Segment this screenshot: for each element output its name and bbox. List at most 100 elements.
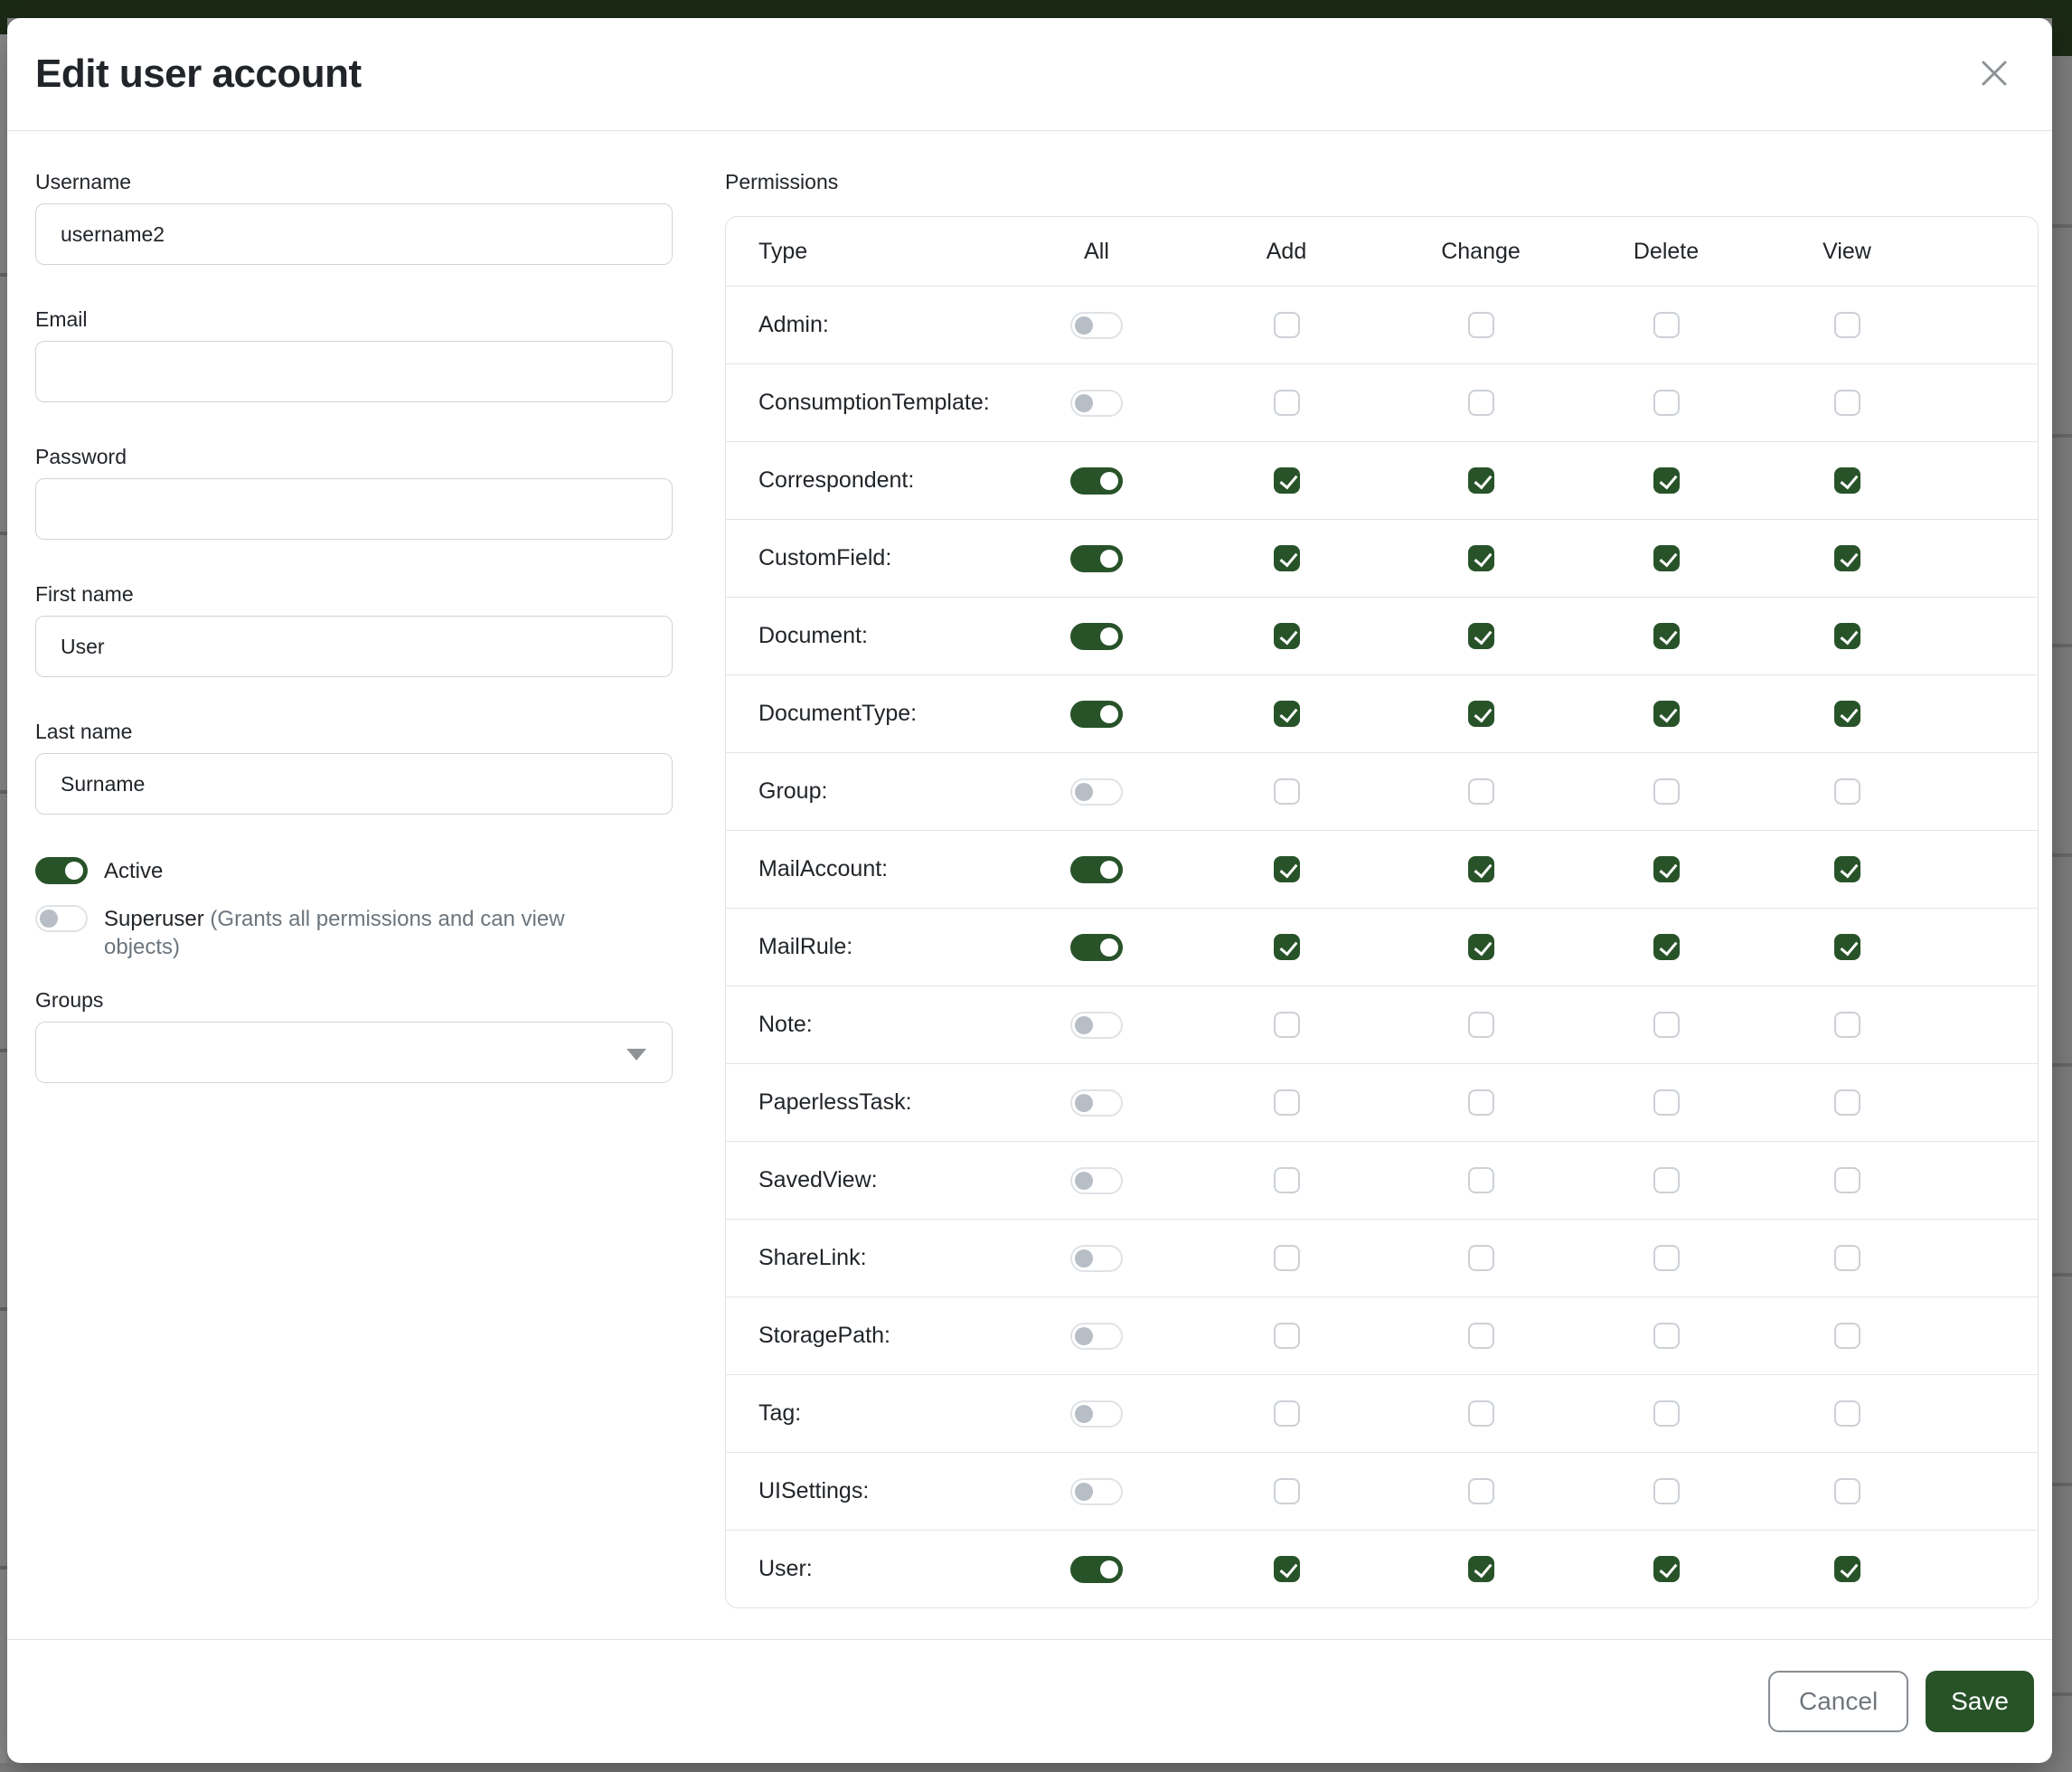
permission-change-checkbox[interactable] — [1468, 778, 1494, 805]
permission-view-checkbox[interactable] — [1834, 1556, 1860, 1582]
permission-view-checkbox[interactable] — [1834, 545, 1860, 571]
permission-add-checkbox[interactable] — [1274, 312, 1300, 338]
permission-change-checkbox[interactable] — [1468, 312, 1494, 338]
permission-view-checkbox[interactable] — [1834, 312, 1860, 338]
permission-delete-checkbox[interactable] — [1653, 1400, 1680, 1427]
permission-view-checkbox[interactable] — [1834, 390, 1860, 416]
permission-change-checkbox[interactable] — [1468, 856, 1494, 882]
permission-add-checkbox[interactable] — [1274, 467, 1300, 494]
permission-change-checkbox[interactable] — [1468, 1323, 1494, 1349]
password-field[interactable] — [35, 478, 673, 540]
permission-change-checkbox[interactable] — [1468, 1400, 1494, 1427]
permission-change-checkbox[interactable] — [1468, 1478, 1494, 1504]
email-field[interactable] — [35, 341, 673, 402]
permission-delete-checkbox[interactable] — [1653, 701, 1680, 727]
permission-add-checkbox[interactable] — [1274, 390, 1300, 416]
permission-all-toggle[interactable] — [1070, 390, 1123, 417]
permission-change-checkbox[interactable] — [1468, 701, 1494, 727]
permission-view-checkbox[interactable] — [1834, 623, 1860, 649]
permission-all-toggle[interactable] — [1070, 545, 1123, 572]
permission-all-toggle[interactable] — [1070, 1167, 1123, 1194]
background-scrollbar[interactable] — [2052, 18, 2072, 1772]
permission-view-checkbox[interactable] — [1834, 1167, 1860, 1193]
permission-all-toggle[interactable] — [1070, 467, 1123, 495]
permission-change-checkbox[interactable] — [1468, 934, 1494, 960]
permission-view-checkbox[interactable] — [1834, 856, 1860, 882]
permission-delete-checkbox[interactable] — [1653, 1478, 1680, 1504]
permission-add-checkbox[interactable] — [1274, 1556, 1300, 1582]
permission-view-checkbox[interactable] — [1834, 778, 1860, 805]
permission-delete-checkbox[interactable] — [1653, 934, 1680, 960]
permission-all-toggle[interactable] — [1070, 778, 1123, 806]
permission-delete-checkbox[interactable] — [1653, 856, 1680, 882]
permission-delete-checkbox[interactable] — [1653, 390, 1680, 416]
permission-change-checkbox[interactable] — [1468, 1556, 1494, 1582]
permission-all-toggle[interactable] — [1070, 856, 1123, 883]
permission-row: MailRule: — [726, 908, 2038, 985]
permission-change-checkbox[interactable] — [1468, 467, 1494, 494]
permission-view-checkbox[interactable] — [1834, 701, 1860, 727]
permission-view-checkbox[interactable] — [1834, 1478, 1860, 1504]
permission-change-checkbox[interactable] — [1468, 1089, 1494, 1116]
permission-add-checkbox[interactable] — [1274, 545, 1300, 571]
permission-add-checkbox[interactable] — [1274, 1400, 1300, 1427]
permission-add-checkbox[interactable] — [1274, 623, 1300, 649]
permission-all-toggle[interactable] — [1070, 1400, 1123, 1428]
permission-all-toggle[interactable] — [1070, 701, 1123, 728]
permission-delete-checkbox[interactable] — [1653, 1323, 1680, 1349]
permission-view-checkbox[interactable] — [1834, 467, 1860, 494]
permission-add-checkbox[interactable] — [1274, 1167, 1300, 1193]
permission-view-checkbox[interactable] — [1834, 1400, 1860, 1427]
permission-delete-checkbox[interactable] — [1653, 1556, 1680, 1582]
permission-add-checkbox[interactable] — [1274, 1089, 1300, 1116]
permission-delete-checkbox[interactable] — [1653, 778, 1680, 805]
permission-all-toggle[interactable] — [1070, 1012, 1123, 1039]
permission-view-checkbox[interactable] — [1834, 1089, 1860, 1116]
save-button[interactable]: Save — [1926, 1671, 2034, 1732]
permission-view-checkbox[interactable] — [1834, 1012, 1860, 1038]
permission-delete-checkbox[interactable] — [1653, 1012, 1680, 1038]
superuser-toggle[interactable] — [35, 905, 88, 932]
close-button[interactable] — [1973, 52, 2016, 96]
permission-view-checkbox[interactable] — [1834, 1323, 1860, 1349]
permission-all-toggle[interactable] — [1070, 312, 1123, 339]
permission-delete-checkbox[interactable] — [1653, 1089, 1680, 1116]
permission-all-toggle[interactable] — [1070, 1245, 1123, 1272]
permission-add-checkbox[interactable] — [1274, 934, 1300, 960]
permission-change-checkbox[interactable] — [1468, 545, 1494, 571]
permission-delete-checkbox[interactable] — [1653, 545, 1680, 571]
last-name-field[interactable] — [35, 753, 673, 815]
permission-view-checkbox[interactable] — [1834, 934, 1860, 960]
permission-change-checkbox[interactable] — [1468, 1167, 1494, 1193]
permission-row: Correspondent: — [726, 441, 2038, 519]
permission-all-toggle[interactable] — [1070, 934, 1123, 961]
active-toggle[interactable] — [35, 857, 88, 884]
permission-add-checkbox[interactable] — [1274, 1245, 1300, 1271]
permission-view-checkbox[interactable] — [1834, 1245, 1860, 1271]
permission-add-checkbox[interactable] — [1274, 856, 1300, 882]
permission-all-toggle[interactable] — [1070, 1089, 1123, 1117]
permission-add-checkbox[interactable] — [1274, 778, 1300, 805]
permission-all-toggle[interactable] — [1070, 1556, 1123, 1583]
permission-type-label: PaperlessTask: — [726, 1089, 1006, 1116]
groups-select[interactable] — [35, 1022, 673, 1083]
permission-delete-checkbox[interactable] — [1653, 1167, 1680, 1193]
permission-add-checkbox[interactable] — [1274, 1323, 1300, 1349]
permission-all-toggle[interactable] — [1070, 623, 1123, 650]
permission-add-checkbox[interactable] — [1274, 1012, 1300, 1038]
username-input[interactable] — [35, 203, 673, 265]
permission-all-toggle[interactable] — [1070, 1323, 1123, 1350]
permission-add-checkbox[interactable] — [1274, 701, 1300, 727]
permission-change-checkbox[interactable] — [1468, 623, 1494, 649]
permission-delete-checkbox[interactable] — [1653, 312, 1680, 338]
permission-delete-checkbox[interactable] — [1653, 1245, 1680, 1271]
permission-change-checkbox[interactable] — [1468, 1245, 1494, 1271]
cancel-button[interactable]: Cancel — [1768, 1671, 1908, 1732]
permission-change-checkbox[interactable] — [1468, 390, 1494, 416]
permission-all-toggle[interactable] — [1070, 1478, 1123, 1505]
permission-delete-checkbox[interactable] — [1653, 467, 1680, 494]
first-name-field[interactable] — [35, 616, 673, 677]
permission-add-checkbox[interactable] — [1274, 1478, 1300, 1504]
permission-delete-checkbox[interactable] — [1653, 623, 1680, 649]
permission-change-checkbox[interactable] — [1468, 1012, 1494, 1038]
